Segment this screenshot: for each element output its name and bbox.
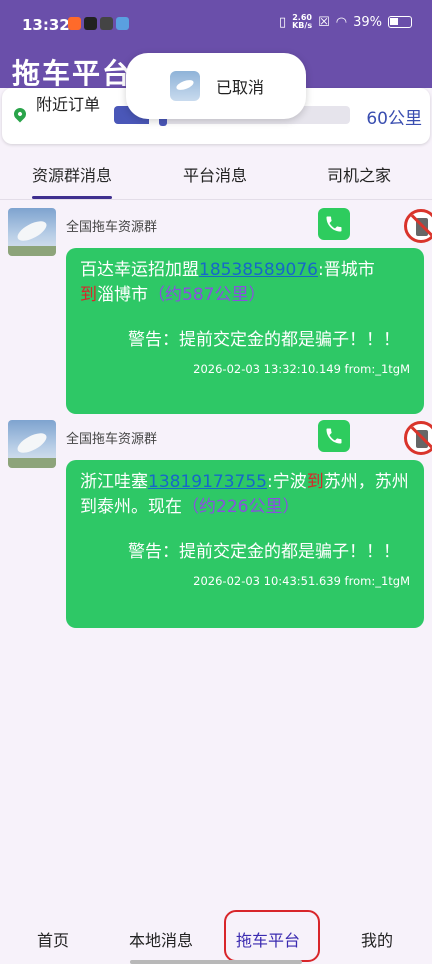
- tab-driver-home[interactable]: 司机之家: [327, 162, 391, 186]
- nav-home[interactable]: 首页: [37, 927, 69, 951]
- distance-value: 60公里: [366, 109, 422, 129]
- call-button[interactable]: [318, 420, 350, 452]
- message-bubble: 百达幸运招加盟18538589076:晋城市到淄博市（约587公里） 警告：提前…: [66, 248, 424, 414]
- video-app-icon: [84, 17, 97, 30]
- status-notification-icons: [68, 17, 129, 30]
- sim-off-icon: ☒: [318, 14, 330, 30]
- message-prefix: 浙江哇塞: [80, 472, 148, 492]
- avatar: [8, 208, 56, 256]
- avatar: [8, 420, 56, 468]
- route-to-marker: 到: [80, 285, 97, 305]
- route-destination: 淄博市: [97, 285, 148, 305]
- sender-name: 全国拖车资源群: [66, 432, 158, 447]
- nav-mine[interactable]: 我的: [361, 927, 393, 951]
- phone-link[interactable]: 18538589076: [199, 260, 318, 280]
- tab-platform-messages[interactable]: 平台消息: [183, 162, 247, 186]
- message-bubble: 浙江哇塞13819173755:宁波到苏州，苏州到泰州。现在（约226公里） 警…: [66, 460, 424, 628]
- home-indicator: [130, 960, 302, 964]
- route-distance: （约226公里）: [182, 497, 300, 517]
- app-title: 拖车平台: [12, 57, 133, 90]
- fraud-warning: 警告：提前交定金的都是骗子！！！: [128, 330, 400, 350]
- message-body: 浙江哇塞13819173755:宁波到苏州，苏州到泰州。现在（约226公里）: [80, 470, 410, 520]
- route-to-marker: 到: [306, 472, 324, 492]
- app-notification-icon: [68, 17, 81, 30]
- message-meta: 2026-02-03 10:43:51.639 from:_1tgM: [193, 574, 410, 588]
- message-tabs: 资源群消息 平台消息 司机之家: [0, 148, 432, 200]
- net-speed-unit: KB/s: [292, 21, 313, 30]
- location-pin-icon: [11, 105, 29, 123]
- tab-resource-group[interactable]: 资源群消息: [32, 162, 112, 186]
- battery-percent: 39%: [353, 14, 382, 30]
- message-body: 百达幸运招加盟18538589076:晋城市到淄博市（约587公里）: [80, 258, 410, 308]
- phone-link[interactable]: 13819173755: [148, 472, 267, 492]
- message-meta: 2026-02-03 13:32:10.149 from:_1tgM: [193, 362, 410, 376]
- net-speed: 2.60 KB/s: [292, 14, 312, 30]
- message-prefix: 百达幸运招加盟: [80, 260, 199, 280]
- nav-local-messages[interactable]: 本地消息: [129, 927, 193, 951]
- bottom-nav: 首页 本地消息 拖车平台 我的: [0, 910, 432, 964]
- wifi-icon: ◠: [335, 14, 348, 30]
- nav-highlight-box: [224, 910, 320, 962]
- gallery-app-icon: [116, 17, 129, 30]
- battery-icon: [388, 16, 412, 28]
- route-origin: :宁波: [266, 472, 307, 492]
- no-phone-icon[interactable]: [404, 209, 432, 243]
- nearby-orders-label: 附近订单: [36, 95, 101, 114]
- route-distance: （约587公里）: [148, 285, 266, 305]
- toast-text: 已取消: [216, 78, 265, 97]
- status-bar: 13:32 ▯ 2.60 KB/s ☒ ◠ 39%: [0, 0, 432, 50]
- vibrate-icon: ▯: [278, 14, 287, 30]
- browser-app-icon: [100, 17, 113, 30]
- tab-indicator: [32, 196, 112, 199]
- status-right-group: ▯ 2.60 KB/s ☒ ◠ 39%: [279, 14, 412, 30]
- sender-name: 全国拖车资源群: [66, 220, 158, 235]
- no-phone-icon[interactable]: [404, 421, 432, 455]
- app-logo-icon: [170, 71, 200, 101]
- fraud-warning: 警告：提前交定金的都是骗子！！！: [128, 542, 400, 562]
- route-origin: :晋城市: [317, 260, 375, 280]
- phone-icon: [326, 216, 342, 232]
- status-time: 13:32: [22, 16, 70, 34]
- phone-icon: [326, 428, 342, 444]
- call-button[interactable]: [318, 208, 350, 240]
- toast: 已取消: [126, 53, 306, 119]
